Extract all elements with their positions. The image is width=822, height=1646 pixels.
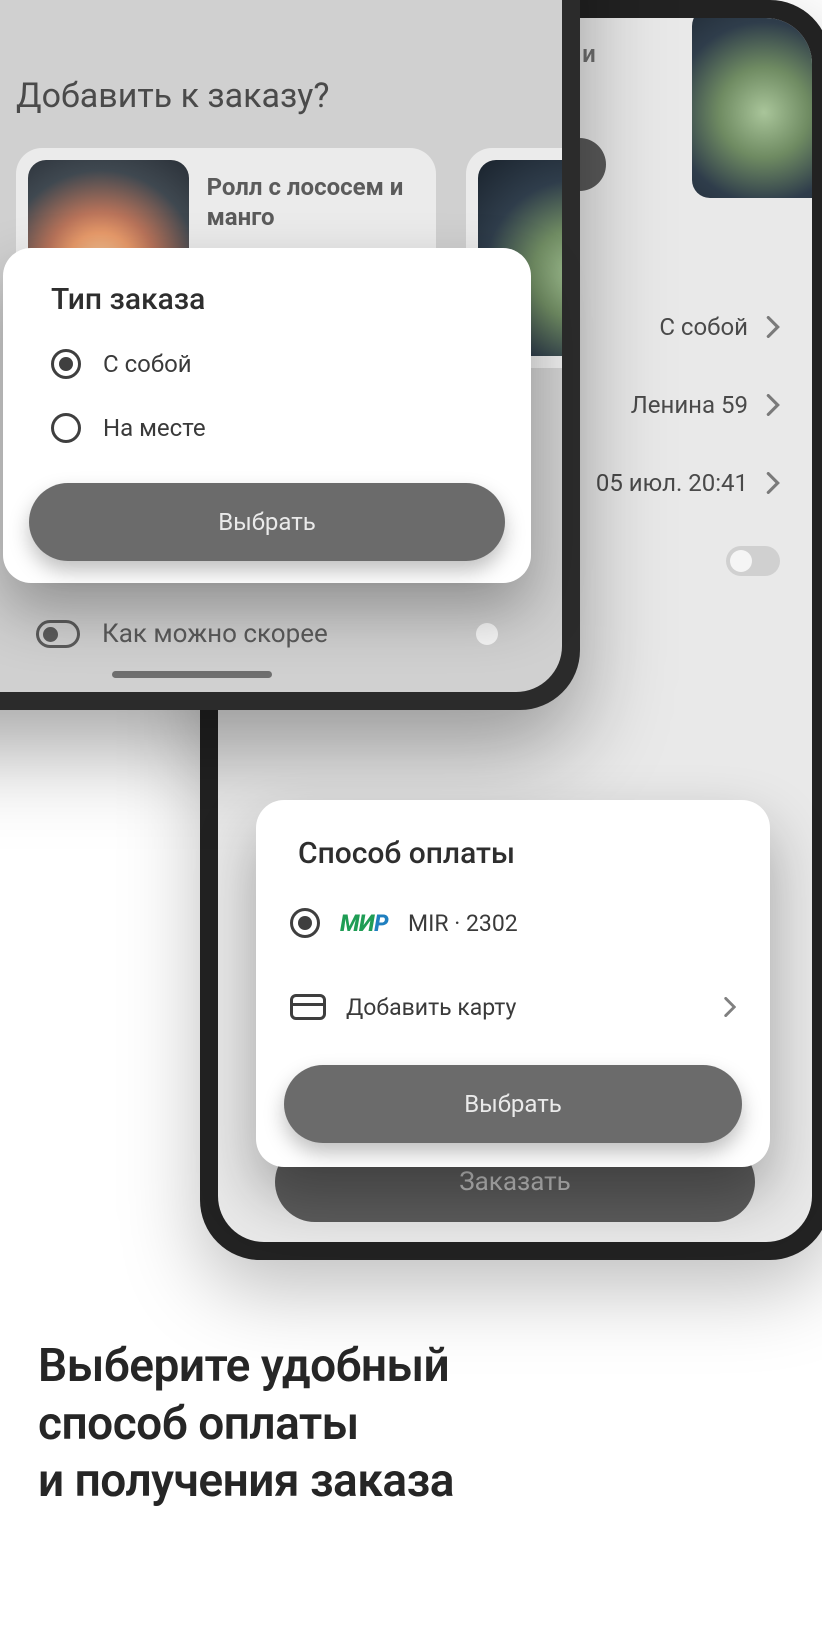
toggle-icon [36, 620, 80, 648]
option-dinein-label: На месте [103, 414, 206, 442]
add-card-row[interactable]: Добавить карту [284, 975, 742, 1039]
payment-option-mir[interactable]: МИР MIR · 2302 [284, 891, 742, 955]
order-type-modal: Тип заказа С собой На месте Выбрать [3, 248, 531, 583]
chevron-right-icon [766, 472, 780, 494]
row-address-value: Ленина 59 [631, 391, 748, 419]
payment-modal-title: Способ оплаты [284, 836, 742, 871]
add-card-label: Добавить карту [346, 994, 516, 1021]
order-type-select-button[interactable]: Выбрать [29, 483, 505, 561]
chevron-right-icon [724, 997, 736, 1017]
row-order-type-value: С собой [659, 313, 748, 341]
option-dinein[interactable]: На месте [51, 413, 505, 443]
asap-switch[interactable] [472, 619, 526, 649]
payment-method-modal: Способ оплаты МИР MIR · 2302 Добавить ка… [256, 800, 770, 1167]
row-asap-front[interactable]: Как можно скорее [36, 606, 526, 662]
option-takeaway[interactable]: С собой [51, 349, 505, 379]
order-type-title: Тип заказа [29, 282, 505, 317]
caption-line: Выберите удобный [38, 1338, 784, 1396]
product-thumbnail [692, 18, 812, 198]
credit-card-icon [290, 994, 326, 1020]
chevron-right-icon [766, 316, 780, 338]
caption-line: и получения заказа [38, 1453, 784, 1511]
chevron-right-icon [766, 394, 780, 416]
row-datetime-value: 05 июл. 20:41 [596, 469, 748, 497]
payment-select-button[interactable]: Выбрать [284, 1065, 742, 1143]
radio-selected-icon [290, 908, 320, 938]
option-takeaway-label: С собой [103, 350, 192, 378]
radio-unselected-icon [51, 413, 81, 443]
payment-card-label: MIR · 2302 [408, 910, 518, 937]
mir-logo-icon: МИР [340, 910, 388, 937]
asap-switch[interactable] [726, 546, 780, 576]
order-type-options: С собой На месте [29, 349, 505, 443]
caption-line: способ оплаты [38, 1396, 784, 1454]
promo-caption: Выберите удобный способ оплаты и получен… [38, 1338, 784, 1511]
radio-selected-icon [51, 349, 81, 379]
row-asap-label: Как можно скорее [102, 619, 328, 649]
home-indicator [112, 671, 272, 678]
add-to-order-heading: Добавить к заказу? [16, 76, 329, 116]
